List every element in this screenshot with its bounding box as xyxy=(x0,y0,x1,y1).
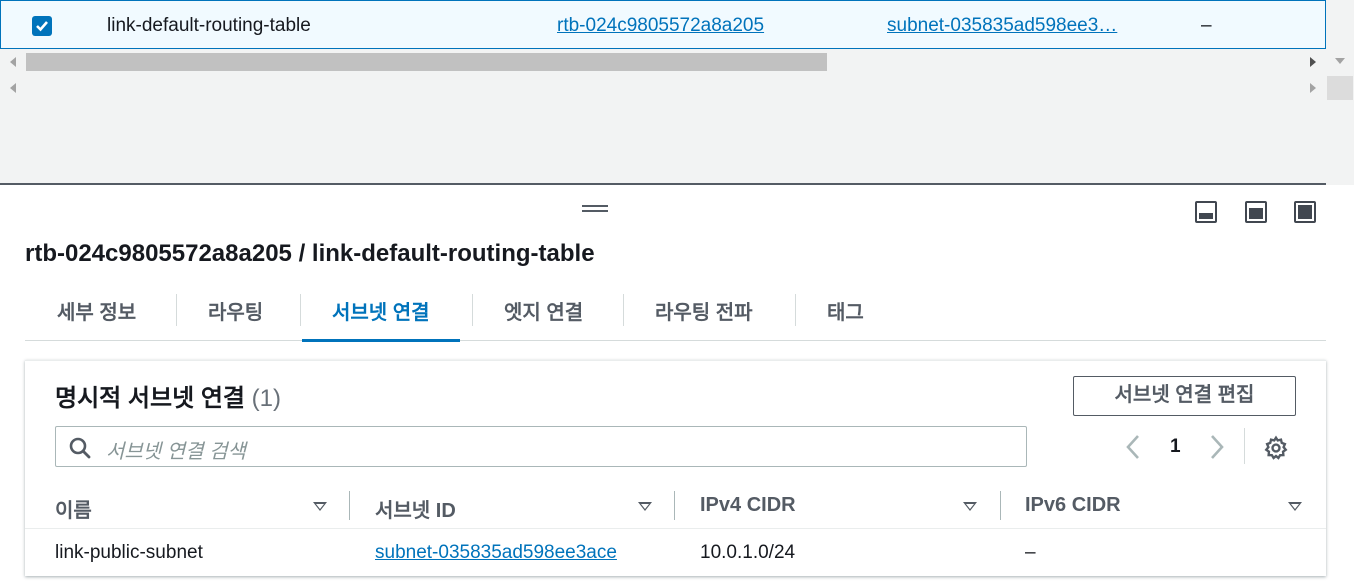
tab-tags[interactable]: 태그 xyxy=(827,288,864,340)
column-header-subnet-id[interactable]: 서브넷 ID xyxy=(375,494,456,523)
scroll-right-icon[interactable] xyxy=(1310,57,1316,67)
sort-icon[interactable] xyxy=(313,502,327,511)
tab-route-propagation[interactable]: 라우팅 전파 xyxy=(655,288,753,340)
sort-icon[interactable] xyxy=(963,502,977,511)
scrollbar-thumb[interactable] xyxy=(26,53,827,71)
scroll-left-icon[interactable] xyxy=(10,57,16,67)
tab-subnet-associations[interactable]: 서브넷 연결 xyxy=(302,288,459,342)
check-icon xyxy=(36,21,48,32)
cell-ipv6: – xyxy=(1025,542,1036,563)
scroll-right-icon-2[interactable] xyxy=(1310,83,1316,93)
sort-icon[interactable] xyxy=(1288,502,1302,511)
section-title: 명시적 서브넷 연결 (1) xyxy=(55,378,281,413)
scroll-left-icon-2[interactable] xyxy=(10,83,16,93)
cell-subnet-id-link[interactable]: subnet-035835ad598ee3ace xyxy=(375,542,617,564)
cell-name: link-public-subnet xyxy=(55,542,203,563)
row-name: link-default-routing-table xyxy=(107,15,311,36)
gear-icon[interactable] xyxy=(1263,435,1289,461)
sort-icon[interactable] xyxy=(638,502,652,511)
row-checkbox[interactable] xyxy=(32,16,52,36)
table-row-selected[interactable]: link-default-routing-table rtb-024c98055… xyxy=(0,0,1326,49)
section-count: (1) xyxy=(251,385,281,412)
panel-full-icon[interactable] xyxy=(1294,201,1316,223)
search-input[interactable]: 서브넷 연결 검색 xyxy=(55,426,1027,467)
horizontal-scrollbar[interactable] xyxy=(0,50,1326,74)
row-route-table-id-link[interactable]: rtb-024c9805572a8a205 xyxy=(557,15,764,37)
panel-bottom-icon[interactable] xyxy=(1195,201,1217,223)
vertical-scrollbar-thumb[interactable] xyxy=(1327,76,1353,100)
column-header-name[interactable]: 이름 xyxy=(55,494,92,523)
vertical-scrollbar[interactable] xyxy=(1326,0,1354,185)
panel-side-icon[interactable] xyxy=(1245,201,1267,223)
column-header-ipv4-cidr[interactable]: IPv4 CIDR xyxy=(700,494,796,517)
chevron-left-icon[interactable] xyxy=(1125,434,1141,460)
chevron-right-icon[interactable] xyxy=(1209,434,1225,460)
cell-ipv4: 10.0.1.0/24 xyxy=(700,542,796,563)
edit-subnet-associations-button[interactable]: 서브넷 연결 편집 xyxy=(1073,376,1296,416)
tab-routes[interactable]: 라우팅 xyxy=(208,288,263,340)
page-number[interactable]: 1 xyxy=(1170,436,1181,458)
page-title: rtb-024c9805572a8a205 / link-default-rou… xyxy=(25,240,595,267)
column-header-ipv6-cidr[interactable]: IPv6 CIDR xyxy=(1025,494,1121,517)
scroll-down-icon[interactable] xyxy=(1335,58,1345,64)
route-table-list-pane: link-default-routing-table rtb-024c98055… xyxy=(0,0,1354,185)
resize-handle-icon[interactable] xyxy=(582,205,608,215)
subnet-associations-container: 명시적 서브넷 연결 (1) 서브넷 연결 편집 서브넷 연결 검색 1 이름 … xyxy=(25,360,1326,576)
row-subnet-link[interactable]: subnet-035835ad598ee3… xyxy=(887,15,1117,37)
detail-tabs: 세부 정보 라우팅 서브넷 연결 엣지 연결 라우팅 전파 태그 xyxy=(25,288,1326,342)
table-header: 이름 서브넷 ID IPv4 CIDR IPv6 CIDR xyxy=(25,482,1326,529)
search-placeholder: 서브넷 연결 검색 xyxy=(106,441,246,463)
tab-edge-associations[interactable]: 엣지 연결 xyxy=(504,288,583,340)
tab-details[interactable]: 세부 정보 xyxy=(57,288,136,340)
section-title-text: 명시적 서브넷 연결 xyxy=(55,385,245,412)
row-extra: – xyxy=(1201,15,1212,36)
search-icon xyxy=(69,437,91,459)
